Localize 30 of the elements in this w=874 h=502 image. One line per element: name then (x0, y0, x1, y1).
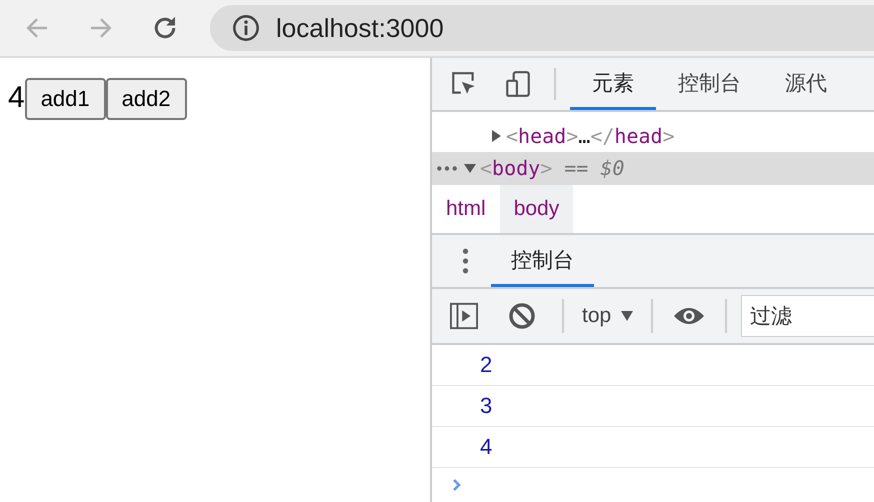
dom-node-row[interactable]: <head>…</head> (432, 120, 874, 152)
caret-icon (621, 311, 634, 321)
counter-value: 4 (8, 80, 25, 116)
clear-console-icon[interactable] (508, 302, 536, 330)
breadcrumb[interactable]: body (500, 185, 574, 233)
device-icon[interactable] (504, 70, 532, 98)
eye-icon[interactable] (673, 306, 706, 326)
sidebar-toggle-icon[interactable] (450, 302, 478, 330)
breadcrumb[interactable]: html (432, 185, 500, 233)
more-icon[interactable] (436, 164, 458, 172)
collapse-triangle-icon[interactable] (464, 162, 476, 174)
address-bar[interactable]: localhost:3000 (210, 5, 874, 51)
context-dropdown[interactable]: top (578, 289, 638, 343)
devtools-tab[interactable]: 元素 (570, 58, 656, 110)
devtools-tab[interactable]: 控制台 (656, 58, 763, 110)
console-message: 2 (480, 352, 492, 378)
url-text: localhost:3000 (276, 12, 444, 44)
dom-node-markup: <body> == $0 (480, 156, 624, 180)
more-vertical-icon[interactable] (462, 248, 469, 274)
expand-triangle-icon[interactable] (490, 130, 502, 142)
console-message: 3 (480, 393, 492, 419)
dom-node-markup: <head>…</head> (506, 124, 675, 148)
add-button[interactable]: add1 (24, 78, 106, 120)
info-icon[interactable] (232, 14, 260, 42)
devtools-tab[interactable]: 源代 (763, 58, 849, 110)
console-message: 4 (480, 434, 492, 460)
filter-field[interactable]: 过滤 (741, 295, 874, 337)
dom-node-row[interactable]: <body> == $0 (432, 152, 874, 184)
add-button[interactable]: add2 (106, 78, 187, 120)
prompt-chevron-icon[interactable] (452, 478, 462, 492)
